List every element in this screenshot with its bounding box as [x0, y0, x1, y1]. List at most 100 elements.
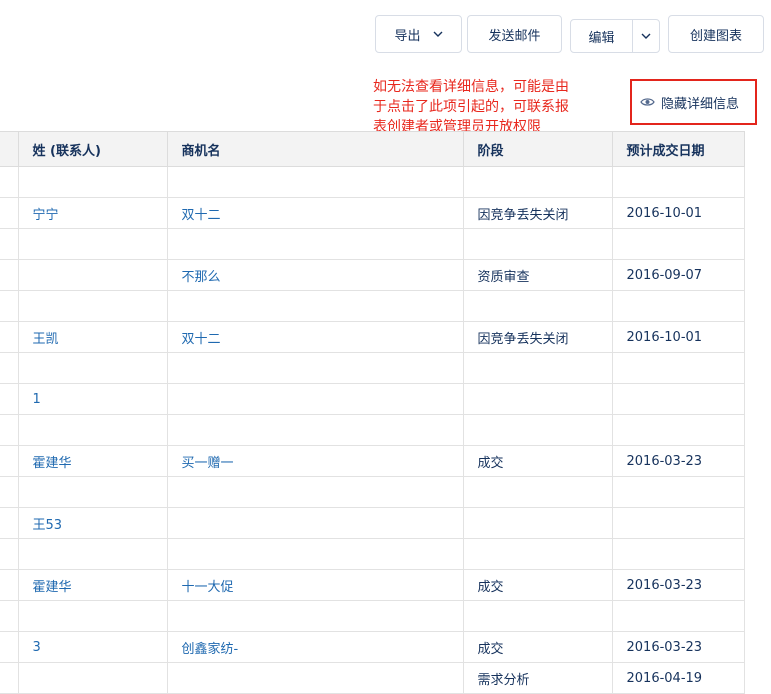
send-mail-button[interactable]: 发送邮件	[467, 15, 562, 53]
create-chart-label: 创建图表	[689, 28, 742, 44]
stage-cell: 成交	[462, 445, 613, 477]
contact-cell[interactable]: 王53	[17, 507, 168, 539]
row-gutter-cell	[0, 352, 19, 384]
opportunity-cell	[166, 383, 464, 415]
stage-cell: 因竞争丢失关闭	[462, 197, 613, 229]
table-row: 需求分析 2016-04-19	[0, 662, 745, 694]
annotation-line: 于点击了此项引起的，可联系报	[373, 99, 569, 115]
row-gutter-cell	[0, 538, 19, 570]
stage-cell	[462, 600, 613, 632]
column-header-contact[interactable]: 姓 (联系人)	[17, 131, 168, 167]
opportunity-cell	[166, 538, 464, 570]
row-gutter-cell	[0, 569, 19, 601]
annotation-note: 如无法查看详细信息，可能是由 于点击了此项引起的，可联系报 表创建者或管理员开放…	[373, 77, 613, 137]
date-cell: 2016-09-07	[611, 259, 745, 291]
toolbar: 导出 发送邮件 编辑 创建图表	[0, 0, 771, 70]
contact-cell[interactable]: 霍建华	[17, 445, 168, 477]
contact-cell	[17, 166, 168, 198]
date-cell	[611, 290, 745, 322]
table-row	[0, 476, 745, 508]
table-header-row: 姓 (联系人) 商机名 阶段 预计成交日期	[0, 131, 745, 167]
send-mail-label: 发送邮件	[488, 28, 541, 44]
row-gutter-cell	[0, 476, 19, 508]
date-cell	[611, 166, 745, 198]
stage-cell	[462, 290, 613, 322]
edit-menu-button[interactable]	[633, 20, 659, 52]
column-header-date[interactable]: 预计成交日期	[611, 131, 745, 167]
contact-cell[interactable]: 霍建华	[17, 569, 168, 601]
stage-cell: 因竞争丢失关闭	[462, 321, 613, 353]
contact-cell	[17, 600, 168, 632]
contact-cell	[17, 259, 168, 291]
opportunity-cell[interactable]: 双十二	[166, 197, 464, 229]
date-cell: 2016-04-19	[611, 662, 745, 694]
contact-cell[interactable]: 3	[17, 631, 168, 663]
stage-cell	[462, 383, 613, 415]
contact-cell[interactable]: 宁宁	[17, 197, 168, 229]
opportunity-cell[interactable]: 买一赠一	[166, 445, 464, 477]
stage-cell	[462, 228, 613, 260]
contact-cell	[17, 662, 168, 694]
date-cell	[611, 507, 745, 539]
annotation-line: 如无法查看详细信息，可能是由	[373, 79, 569, 95]
contact-cell	[17, 290, 168, 322]
date-cell	[611, 600, 745, 632]
row-gutter-cell	[0, 414, 19, 446]
row-gutter-cell	[0, 445, 19, 477]
date-cell: 2016-03-23	[611, 569, 745, 601]
table-row	[0, 166, 745, 198]
date-cell: 2016-10-01	[611, 197, 745, 229]
stage-cell: 资质审查	[462, 259, 613, 291]
row-gutter-cell	[0, 290, 19, 322]
table-row	[0, 414, 745, 446]
table-row: 不那么 资质审查 2016-09-07	[0, 259, 745, 291]
stage-cell	[462, 414, 613, 446]
opportunity-cell	[166, 662, 464, 694]
opportunity-cell	[166, 414, 464, 446]
date-cell	[611, 538, 745, 570]
table-row: 宁宁 双十二 因竞争丢失关闭 2016-10-01	[0, 197, 745, 229]
opportunity-cell[interactable]: 不那么	[166, 259, 464, 291]
row-gutter-cell	[0, 228, 19, 260]
table-row	[0, 228, 745, 260]
create-chart-button[interactable]: 创建图表	[668, 15, 764, 53]
column-header-stage[interactable]: 阶段	[462, 131, 613, 167]
table-row: 王53	[0, 507, 745, 539]
opportunity-cell	[166, 290, 464, 322]
row-gutter-cell	[0, 321, 19, 353]
stage-cell	[462, 476, 613, 508]
export-button[interactable]: 导出	[375, 15, 462, 53]
chevron-down-icon	[433, 31, 443, 38]
stage-cell	[462, 352, 613, 384]
date-cell	[611, 383, 745, 415]
date-cell: 2016-03-23	[611, 445, 745, 477]
edit-button[interactable]: 编辑	[571, 20, 633, 52]
table-row: 霍建华 买一赠一 成交 2016-03-23	[0, 445, 745, 477]
edit-button-group: 编辑	[570, 19, 660, 53]
opportunity-cell[interactable]: 创鑫家纺-	[166, 631, 464, 663]
column-header-opportunity[interactable]: 商机名	[166, 131, 464, 167]
hide-details-button[interactable]: 隐藏详细信息	[630, 79, 757, 125]
contact-cell	[17, 414, 168, 446]
stage-cell: 成交	[462, 631, 613, 663]
stage-cell: 需求分析	[462, 662, 613, 694]
row-gutter-cell	[0, 383, 19, 415]
table-row: 霍建华 十一大促 成交 2016-03-23	[0, 569, 745, 601]
row-gutter-cell	[0, 507, 19, 539]
opportunity-cell	[166, 228, 464, 260]
date-cell	[611, 414, 745, 446]
contact-cell	[17, 228, 168, 260]
row-gutter-cell	[0, 631, 19, 663]
date-cell: 2016-03-23	[611, 631, 745, 663]
opportunity-cell[interactable]: 双十二	[166, 321, 464, 353]
edit-label: 编辑	[588, 30, 615, 46]
contact-cell	[17, 476, 168, 508]
stage-cell	[462, 538, 613, 570]
opportunity-cell[interactable]: 十一大促	[166, 569, 464, 601]
row-gutter-cell	[0, 662, 19, 694]
contact-cell[interactable]: 王凯	[17, 321, 168, 353]
contact-cell[interactable]: 1	[17, 383, 168, 415]
stage-cell	[462, 507, 613, 539]
opportunity-cell	[166, 352, 464, 384]
table-row: 3 创鑫家纺- 成交 2016-03-23	[0, 631, 745, 663]
